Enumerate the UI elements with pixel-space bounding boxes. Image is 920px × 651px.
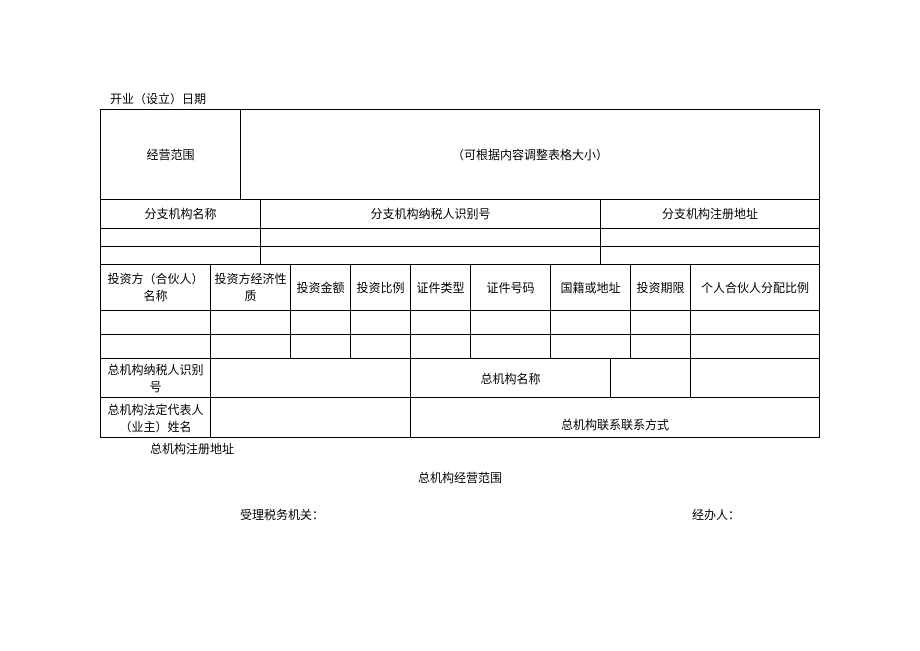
cell [411,311,471,335]
cell [351,311,411,335]
cell [471,311,551,335]
investor-table: 投资方（合伙人）名称 投资方经济性质 投资金额 投资比例 证件类型 证件号码 国… [100,265,820,360]
hq-name-value-2 [691,359,820,398]
hq-contact-label: 总机构联系联系方式 [411,398,820,438]
investor-data-row-2 [101,335,820,359]
branch-addr-cell [601,246,820,264]
cell [411,335,471,359]
investor-name-header: 投资方（合伙人）名称 [101,265,211,311]
handler-label: 经办人： [692,506,820,523]
branch-name-header: 分支机构名称 [101,200,261,228]
cell [691,335,820,359]
hq-scope-label: 总机构经营范围 [100,469,820,486]
cell [471,335,551,359]
cell [101,335,211,359]
investor-header-row: 投资方（合伙人）名称 投资方经济性质 投资金额 投资比例 证件类型 证件号码 国… [101,265,820,311]
branch-taxid-cell [261,246,601,264]
hq-legal-label: 总机构法定代表人（业主）姓名 [101,398,211,438]
investor-data-row-1 [101,311,820,335]
opening-date-label: 开业（设立）日期 [100,90,820,107]
branch-name-cell [101,246,261,264]
cell [211,311,291,335]
scope-content-cell: （可根据内容调整表格大小） [241,110,820,200]
cell [631,311,691,335]
cell [551,311,631,335]
cell [211,335,291,359]
branch-data-row-2 [101,246,820,264]
hq-name-label: 总机构名称 [411,359,611,398]
hq-name-value-1 [611,359,691,398]
hq-table: 总机构纳税人识别号 总机构名称 总机构法定代表人（业主）姓名 总机构联系联系方式 [100,359,820,438]
cell [551,335,631,359]
cell [631,335,691,359]
investor-econ-header: 投资方经济性质 [211,265,291,311]
investor-partner-ratio-header: 个人合伙人分配比例 [691,265,820,311]
scope-table: 经营范围 （可根据内容调整表格大小） [100,109,820,200]
hq-taxid-value [211,359,411,398]
cell [101,311,211,335]
scope-row: 经营范围 （可根据内容调整表格大小） [101,110,820,200]
investor-certtype-header: 证件类型 [411,265,471,311]
investor-period-header: 投资期限 [631,265,691,311]
cell [351,335,411,359]
branch-name-cell [101,228,261,246]
branch-taxid-header: 分支机构纳税人识别号 [261,200,601,228]
accepting-org-label: 受理税务机关： [100,506,324,523]
hq-row-1: 总机构纳税人识别号 总机构名称 [101,359,820,398]
hq-addr-label: 总机构注册地址 [100,440,820,457]
investor-certno-header: 证件号码 [471,265,551,311]
hq-legal-value [211,398,411,438]
investor-amount-header: 投资金额 [291,265,351,311]
branch-addr-header: 分支机构注册地址 [601,200,820,228]
footer-row: 受理税务机关： 经办人： [100,506,820,523]
document-container: 开业（设立）日期 经营范围 （可根据内容调整表格大小） 分支机构名称 分支机构纳… [100,90,820,523]
branch-header-row: 分支机构名称 分支机构纳税人识别号 分支机构注册地址 [101,200,820,228]
investor-ratio-header: 投资比例 [351,265,411,311]
branch-taxid-cell [261,228,601,246]
cell [291,335,351,359]
investor-nation-header: 国籍或地址 [551,265,631,311]
branch-addr-cell [601,228,820,246]
scope-label-cell: 经营范围 [101,110,241,200]
hq-row-2: 总机构法定代表人（业主）姓名 总机构联系联系方式 [101,398,820,438]
cell [291,311,351,335]
hq-taxid-label: 总机构纳税人识别号 [101,359,211,398]
cell [691,311,820,335]
branch-table: 分支机构名称 分支机构纳税人识别号 分支机构注册地址 [100,200,820,265]
branch-data-row-1 [101,228,820,246]
